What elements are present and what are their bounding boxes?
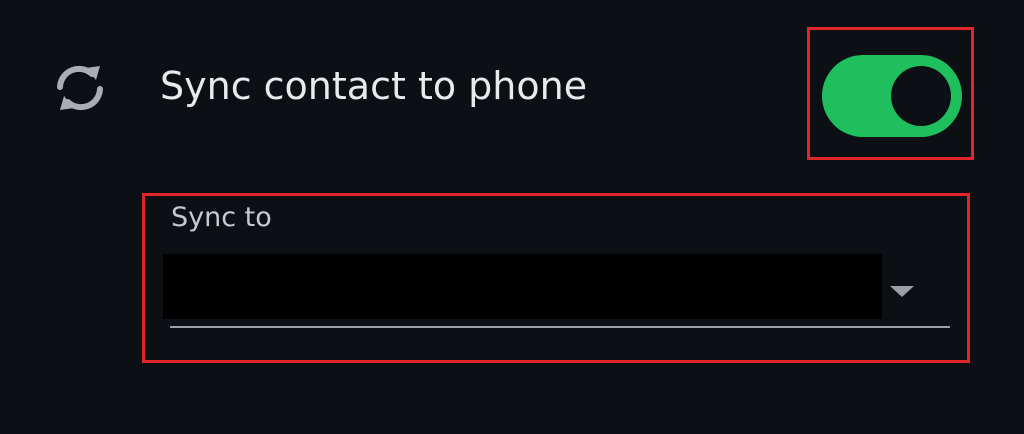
sync-to-value[interactable] bbox=[163, 254, 882, 319]
field-underline bbox=[170, 326, 950, 328]
sync-contact-toggle[interactable] bbox=[822, 55, 962, 137]
sync-contact-label: Sync contact to phone bbox=[160, 64, 588, 108]
chevron-down-icon[interactable] bbox=[890, 286, 914, 297]
sync-to-label: Sync to bbox=[171, 202, 272, 233]
sync-icon bbox=[48, 60, 112, 116]
toggle-knob bbox=[891, 66, 951, 126]
